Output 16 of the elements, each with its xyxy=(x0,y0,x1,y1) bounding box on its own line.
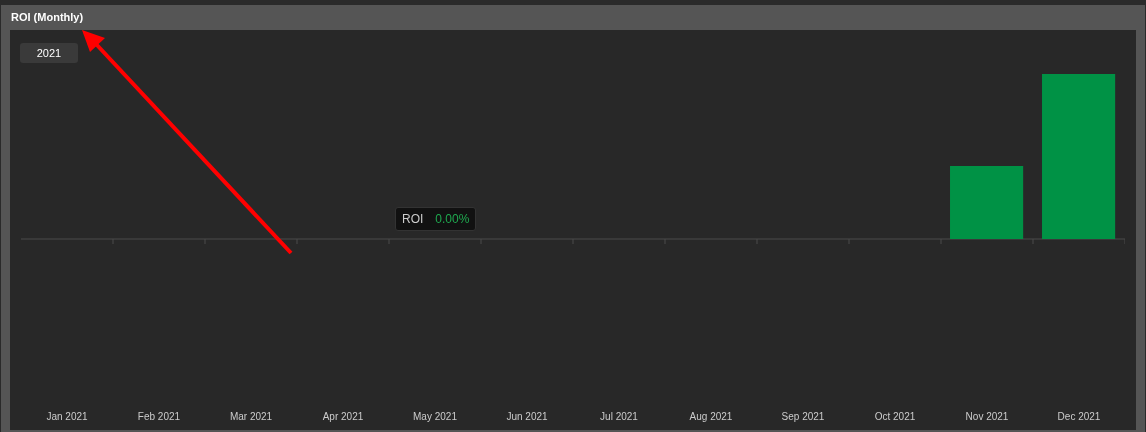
year-button[interactable]: 2021 xyxy=(20,43,78,64)
month-label: Oct 2021 xyxy=(873,410,917,424)
month-label: Aug 2021 xyxy=(688,410,734,424)
month-label: Nov 2021 xyxy=(964,410,1010,424)
panel-title: ROI (Monthly) xyxy=(11,10,84,26)
month-label: Jul 2021 xyxy=(599,410,639,424)
month-label: Jun 2021 xyxy=(505,410,549,424)
month-label: Mar 2021 xyxy=(228,410,274,424)
tooltip-value: 0.00% xyxy=(435,211,470,228)
month-label: Apr 2021 xyxy=(321,410,365,424)
month-label: Jan 2021 xyxy=(45,410,89,424)
tooltip-label: ROI xyxy=(402,211,424,228)
month-label: Feb 2021 xyxy=(136,410,182,424)
month-label: May 2021 xyxy=(412,410,458,424)
month-label: Sep 2021 xyxy=(780,410,826,424)
month-label: Dec 2021 xyxy=(1056,410,1102,424)
